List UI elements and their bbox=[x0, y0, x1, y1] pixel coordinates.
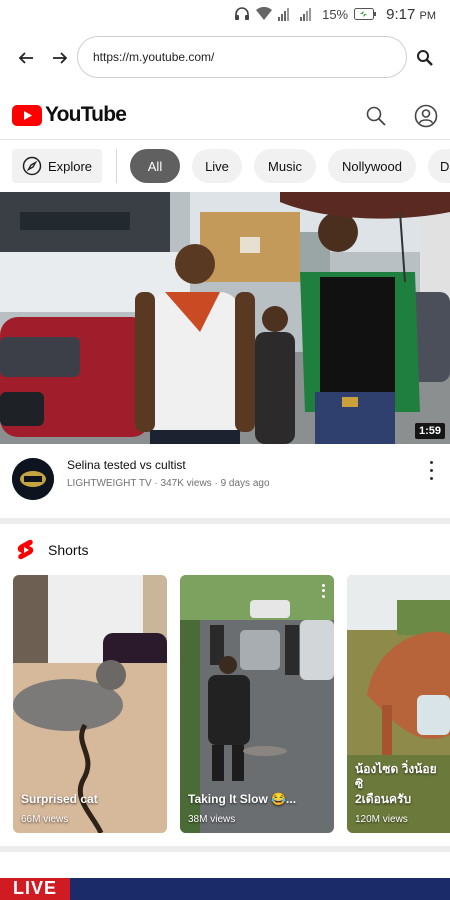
meta-separator: · bbox=[214, 478, 218, 489]
meta-separator: · bbox=[154, 478, 158, 489]
section-divider bbox=[0, 518, 450, 524]
search-icon bbox=[417, 50, 433, 66]
video-subtitle: LIGHTWEIGHT TV · 347K views · 9 days ago bbox=[67, 478, 270, 489]
signal-icon-2 bbox=[300, 7, 316, 21]
dot bbox=[321, 584, 325, 588]
youtube-play-icon bbox=[12, 104, 42, 126]
short-views: 38M views bbox=[188, 814, 236, 825]
battery-icon bbox=[354, 8, 377, 20]
forward-button[interactable] bbox=[45, 43, 75, 73]
filter-chips: Explore All Live Music Nollywood D bbox=[0, 140, 450, 192]
video-thumbnail[interactable]: 1:59 bbox=[0, 192, 450, 444]
dot bbox=[429, 468, 433, 472]
chip-music[interactable]: Music bbox=[254, 149, 316, 183]
dot bbox=[429, 476, 433, 480]
channel-name[interactable]: LIGHTWEIGHT TV bbox=[67, 478, 152, 489]
shorts-icon bbox=[17, 539, 34, 560]
signal-icon bbox=[278, 7, 294, 21]
account-icon bbox=[414, 104, 438, 128]
channel-avatar[interactable] bbox=[12, 458, 54, 500]
next-video-thumbnail[interactable]: LIVE bbox=[0, 878, 450, 900]
short-card[interactable]: Taking It Slow 😂... 38M views bbox=[180, 575, 334, 833]
arrow-right-icon bbox=[53, 52, 68, 64]
youtube-header: YouTube bbox=[0, 92, 450, 140]
short-more-button[interactable] bbox=[320, 583, 326, 599]
video-title[interactable]: Selina tested vs cultist bbox=[67, 458, 186, 472]
chip-live[interactable]: Live bbox=[192, 149, 242, 183]
back-button[interactable] bbox=[11, 43, 41, 73]
shorts-section-title: Shorts bbox=[48, 542, 89, 558]
chip-nollywood[interactable]: Nollywood bbox=[328, 149, 416, 183]
short-card[interactable]: Surprised cat 66M views bbox=[13, 575, 167, 833]
url-text: https://m.youtube.com/ bbox=[93, 50, 215, 64]
dot bbox=[321, 589, 325, 593]
video-metadata: Selina tested vs cultist LIGHTWEIGHT TV … bbox=[0, 444, 450, 516]
chip-explore[interactable]: Explore bbox=[12, 149, 102, 183]
video-duration: 1:59 bbox=[414, 423, 445, 439]
clock-time: 9:17 bbox=[386, 5, 416, 23]
browser-toolbar: https://m.youtube.com/ bbox=[0, 30, 450, 86]
battery-percent: 15% bbox=[322, 6, 349, 22]
wifi-icon bbox=[256, 7, 273, 21]
clock: 9:17 PM bbox=[386, 6, 436, 23]
chip-all[interactable]: All bbox=[130, 149, 180, 183]
youtube-logo[interactable]: YouTube bbox=[12, 103, 127, 127]
more-options-button[interactable] bbox=[426, 458, 436, 482]
channel-logo-icon bbox=[12, 458, 54, 500]
url-input[interactable]: https://m.youtube.com/ bbox=[77, 36, 407, 78]
browser-search-button[interactable] bbox=[410, 43, 440, 73]
video-thumbnail-image bbox=[0, 192, 450, 444]
status-bar: 15% 9:17 PM bbox=[0, 0, 450, 28]
clock-ampm: PM bbox=[419, 9, 437, 22]
live-badge: LIVE bbox=[0, 878, 70, 900]
shorts-header: Shorts bbox=[0, 530, 450, 570]
view-count: 347K views bbox=[160, 478, 212, 489]
chip-divider bbox=[116, 149, 117, 183]
account-button[interactable] bbox=[412, 102, 440, 130]
short-views: 66M views bbox=[21, 814, 69, 825]
short-title: น้องไซด วิ่งน้อยซิ 2เดือนครับ bbox=[355, 762, 437, 806]
short-views: 120M views bbox=[355, 814, 408, 825]
upload-age: 9 days ago bbox=[220, 478, 270, 489]
chip-partial[interactable]: D bbox=[428, 149, 450, 183]
youtube-wordmark: YouTube bbox=[45, 103, 127, 126]
compass-icon bbox=[22, 156, 42, 176]
search-icon bbox=[366, 106, 386, 126]
dot bbox=[321, 594, 325, 598]
arrow-left-icon bbox=[18, 52, 33, 64]
chip-explore-label: Explore bbox=[47, 158, 93, 174]
short-title: Taking It Slow 😂... bbox=[188, 792, 297, 806]
headphones-icon bbox=[234, 6, 250, 22]
section-divider bbox=[0, 846, 450, 852]
short-title: Surprised cat bbox=[21, 792, 98, 806]
yt-search-button[interactable] bbox=[362, 102, 390, 130]
short-card[interactable]: น้องไซด วิ่งน้อยซิ 2เดือนครับ 120M views bbox=[347, 575, 450, 833]
dot bbox=[429, 460, 433, 464]
